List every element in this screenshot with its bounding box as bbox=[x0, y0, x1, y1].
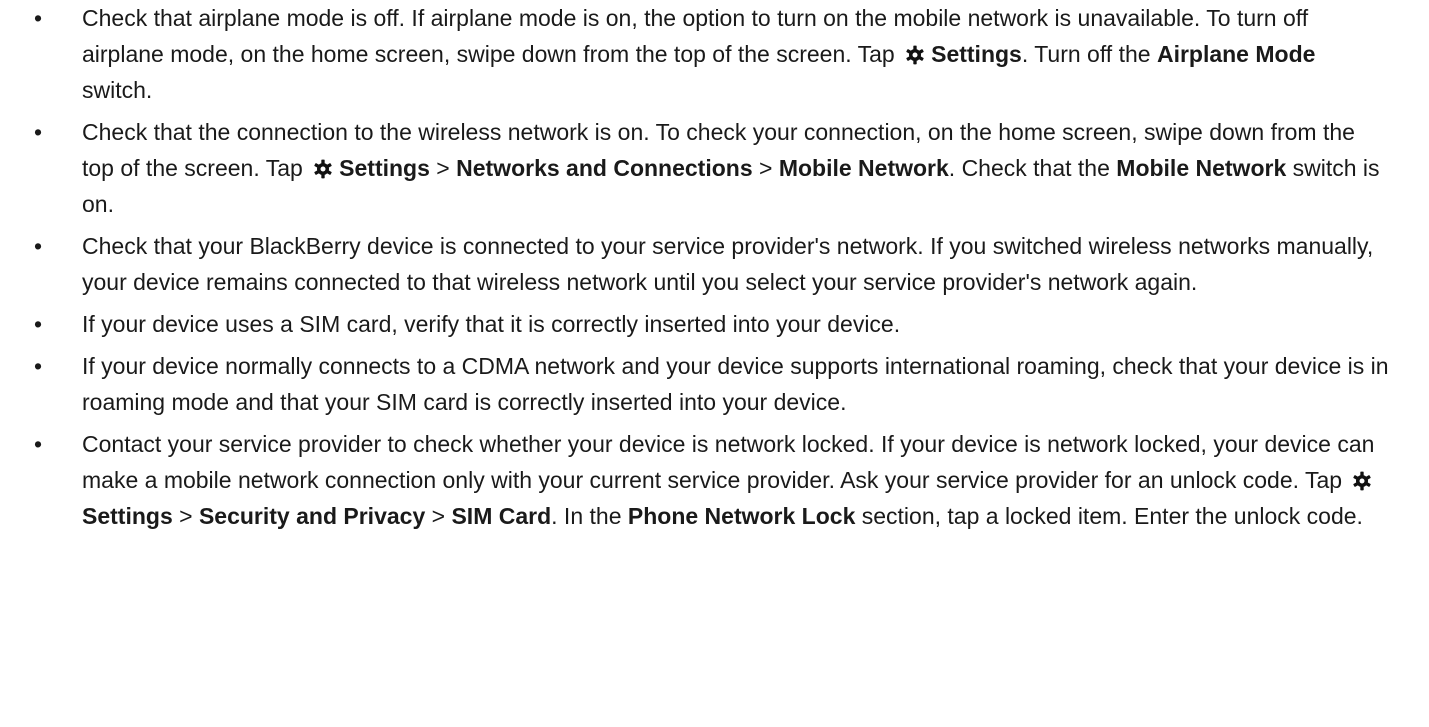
list-item: • If your device normally connects to a C… bbox=[0, 348, 1429, 420]
bold-term: Settings bbox=[82, 503, 173, 529]
bullet-marker: • bbox=[34, 311, 43, 337]
list-item: • Check that your BlackBerry device is co… bbox=[0, 228, 1429, 300]
text-run: If your device normally connects to a CD… bbox=[82, 353, 1389, 415]
text-run: switch. bbox=[82, 77, 153, 103]
text-run: . Turn off the bbox=[1021, 41, 1157, 67]
text-run: > bbox=[752, 155, 779, 181]
bold-term: Airplane Mode bbox=[1156, 41, 1316, 67]
bold-term: Settings bbox=[931, 41, 1022, 67]
troubleshooting-list: • Check that airplane mode is off. If air… bbox=[0, 0, 1429, 534]
text-run: Check that your BlackBerry device is con… bbox=[82, 233, 1374, 295]
text-run: > bbox=[429, 155, 457, 181]
list-item-text: If your device uses a SIM card, verify t… bbox=[82, 311, 900, 337]
bullet-marker: • bbox=[34, 353, 43, 379]
gear-icon bbox=[1353, 471, 1372, 491]
list-item-text: Check that your BlackBerry device is con… bbox=[82, 233, 1373, 295]
list-item-text: Contact your service provider to check w… bbox=[82, 431, 1378, 529]
bullet-marker: • bbox=[34, 5, 43, 31]
bold-term: Networks and Connections bbox=[456, 155, 753, 181]
list-item: • Check that airplane mode is off. If air… bbox=[0, 0, 1429, 108]
gear-icon bbox=[314, 159, 332, 179]
list-item: • Contact your service provider to check … bbox=[0, 426, 1429, 534]
bold-term: SIM Card bbox=[451, 503, 552, 529]
text-run: > bbox=[172, 503, 199, 529]
list-item-text: Check that airplane mode is off. If airp… bbox=[82, 5, 1315, 103]
bold-term: Mobile Network bbox=[778, 155, 949, 181]
text-run: > bbox=[425, 503, 452, 529]
text-run: . Check that the bbox=[948, 155, 1117, 181]
document-body: • Check that airplane mode is off. If air… bbox=[0, 0, 1429, 540]
text-run: . In the bbox=[551, 503, 628, 529]
list-item-text: If your device normally connects to a CD… bbox=[82, 353, 1389, 415]
text-run: section, tap a locked item. Enter the un… bbox=[855, 503, 1363, 529]
bold-term: Phone Network Lock bbox=[627, 503, 856, 529]
list-item-text: Check that the connection to the wireles… bbox=[82, 119, 1380, 217]
list-item: • If your device uses a SIM card, verify … bbox=[0, 306, 1429, 342]
text-run: Contact your service provider to check w… bbox=[82, 431, 1375, 493]
text-run: If your device uses a SIM card, verify t… bbox=[82, 311, 901, 337]
list-item: • Check that the connection to the wirele… bbox=[0, 114, 1429, 222]
bold-term: Mobile Network bbox=[1116, 155, 1287, 181]
bold-term: Settings bbox=[339, 155, 430, 181]
bold-term: Security and Privacy bbox=[198, 503, 426, 529]
bullet-marker: • bbox=[34, 119, 43, 145]
bullet-marker: • bbox=[34, 431, 43, 457]
bullet-marker: • bbox=[34, 233, 43, 259]
gear-icon bbox=[906, 45, 924, 65]
